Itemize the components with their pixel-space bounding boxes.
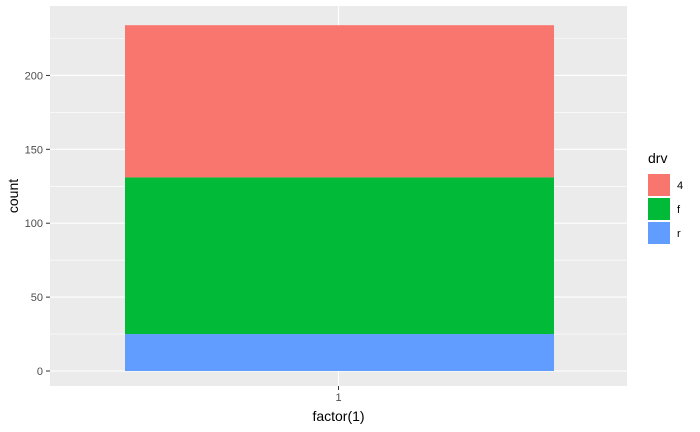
- legend-title: drv: [648, 150, 667, 166]
- y-tick-label: 100: [25, 218, 43, 230]
- chart: 0 50 100 150 200 1 factor(1) count drv 4 fr: [5, 6, 683, 424]
- y-axis: 0 50 100 150 200: [25, 70, 50, 378]
- legend-label-4: 4: [677, 180, 683, 192]
- x-axis: 1: [335, 386, 342, 404]
- bar-segment-f: [125, 177, 554, 335]
- y-tick-label: 0: [37, 366, 43, 378]
- bar-segment-r: [125, 334, 554, 371]
- y-axis-title: count: [5, 179, 21, 213]
- x-axis-title: factor(1): [312, 408, 364, 424]
- legend: drv 4 fr: [648, 150, 683, 244]
- y-tick-label: 150: [25, 144, 43, 156]
- y-tick-label: 50: [31, 292, 43, 304]
- legend-key-f: [648, 198, 670, 220]
- bar-segment-4: [125, 25, 554, 178]
- bar-stack: [125, 25, 554, 371]
- legend-label-f: f: [677, 204, 681, 216]
- legend-label-r: r: [677, 228, 681, 240]
- x-tick-label: 1: [335, 392, 341, 404]
- legend-key-r: [648, 222, 670, 244]
- legend-key-4: [648, 174, 670, 196]
- y-tick-label: 200: [25, 70, 43, 82]
